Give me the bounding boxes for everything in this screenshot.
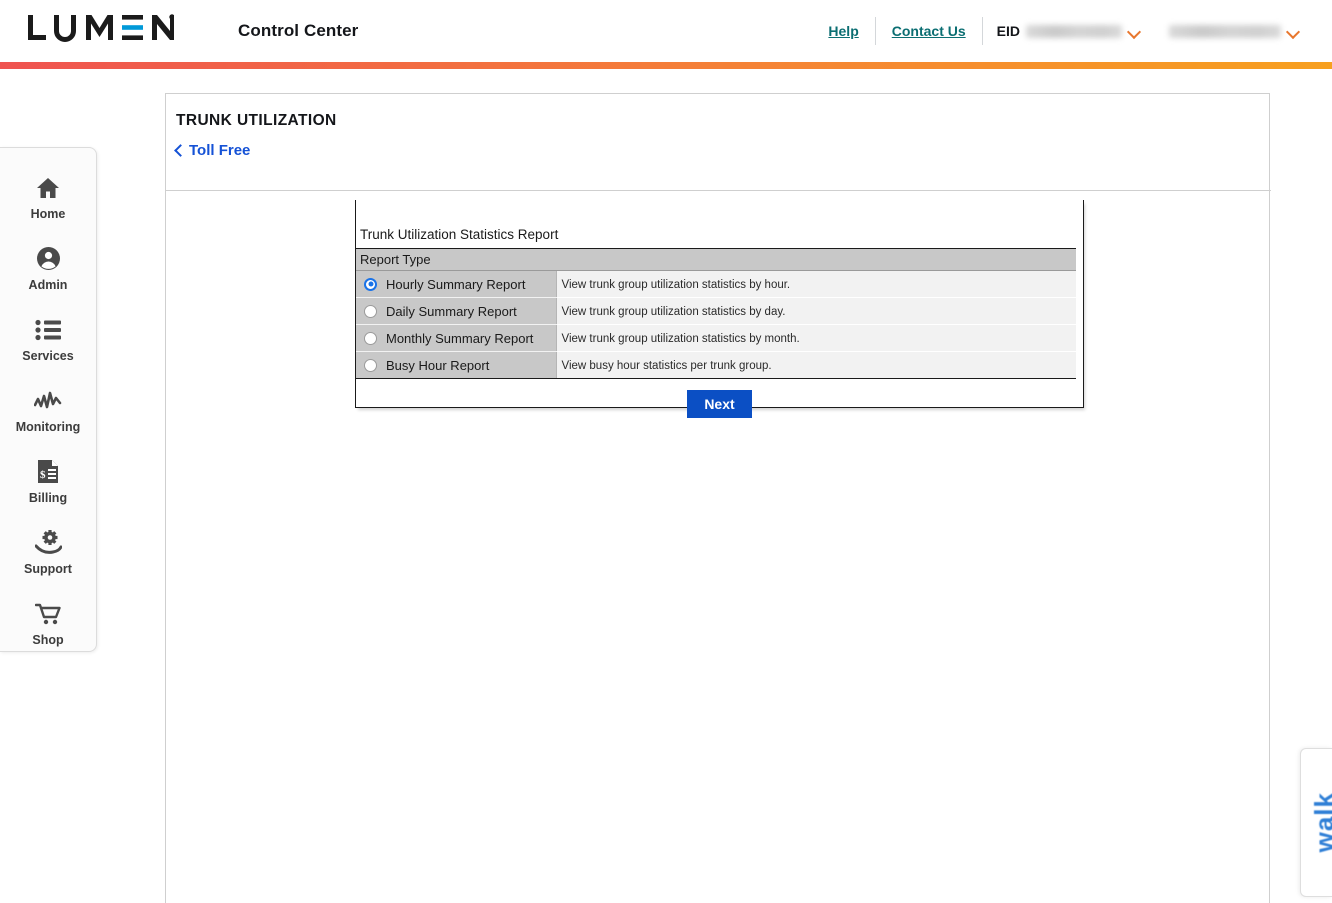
chevron-down-icon: [1287, 27, 1300, 35]
chevron-left-icon: [174, 143, 187, 157]
radio-hourly-summary-report[interactable]: [364, 277, 377, 291]
activity-chart-icon: [34, 388, 62, 414]
help-link[interactable]: Help: [812, 23, 874, 39]
table-row[interactable]: Hourly Summary Report View trunk group u…: [356, 270, 1076, 298]
column-header-report-type: Report Type: [356, 248, 1076, 271]
radio-busy-hour-report[interactable]: [364, 358, 377, 372]
svg-text:$: $: [40, 469, 46, 481]
option-description: View trunk group utilization statistics …: [561, 279, 791, 291]
panel-title: Trunk Utilization Statistics Report: [360, 227, 559, 242]
option-description: View busy hour statistics per trunk grou…: [561, 360, 772, 372]
primary-sidebar: Home Admin Services Monitoring $ Billing…: [0, 147, 97, 652]
option-cell[interactable]: Daily Summary Report: [356, 297, 556, 325]
sidebar-item-admin[interactable]: Admin: [0, 233, 96, 304]
eid-label: EID: [996, 23, 1020, 39]
description-cell: View busy hour statistics per trunk grou…: [555, 351, 1076, 379]
accent-gradient-bar: [0, 62, 1332, 69]
sidebar-label: Support: [24, 561, 72, 576]
app-title: Control Center: [238, 21, 359, 40]
top-header: Control Center Help Contact Us EID: [0, 0, 1332, 62]
option-cell[interactable]: Monthly Summary Report: [356, 324, 556, 352]
account-value-masked: [1169, 24, 1281, 38]
sidebar-item-shop[interactable]: Shop: [0, 588, 96, 659]
back-link-label: Toll Free: [189, 142, 251, 159]
radio-daily-summary-report[interactable]: [364, 304, 377, 318]
panel-footer: Next: [356, 379, 1083, 429]
option-description: View trunk group utilization statistics …: [561, 306, 786, 318]
back-to-toll-free-link[interactable]: Toll Free: [174, 142, 251, 159]
option-label: Busy Hour Report: [386, 357, 490, 373]
list-icon: [35, 317, 61, 343]
radio-monthly-summary-report[interactable]: [364, 331, 377, 345]
walkme-widget[interactable]: walk: [1300, 748, 1332, 897]
header-rule: [166, 190, 1271, 191]
invoice-icon: $: [37, 459, 59, 485]
description-cell: View trunk group utilization statistics …: [555, 324, 1076, 352]
sidebar-label: Services: [22, 348, 74, 363]
option-cell[interactable]: Hourly Summary Report: [356, 270, 556, 298]
table-row[interactable]: Monthly Summary Report View trunk group …: [356, 324, 1076, 352]
sidebar-label: Billing: [28, 490, 68, 505]
main-content: TRUNK UTILIZATION Toll Free Trunk Utiliz…: [165, 93, 1271, 903]
table-header-row: Report Type: [356, 248, 1076, 271]
option-label: Monthly Summary Report: [386, 330, 534, 346]
option-cell[interactable]: Busy Hour Report: [356, 351, 556, 379]
option-description: View trunk group utilization statistics …: [561, 333, 800, 345]
shopping-cart-icon: [34, 601, 62, 627]
page-title: TRUNK UTILIZATION: [176, 112, 337, 129]
sidebar-label: Admin: [28, 277, 68, 292]
sidebar-item-services[interactable]: Services: [0, 304, 96, 375]
home-icon: [36, 175, 60, 201]
option-label: Daily Summary Report: [386, 303, 517, 319]
eid-value-masked: [1026, 24, 1122, 38]
table-row[interactable]: Busy Hour Report View busy hour statisti…: [356, 351, 1076, 379]
page-header: TRUNK UTILIZATION Toll Free: [166, 94, 1269, 160]
sidebar-item-monitoring[interactable]: Monitoring: [0, 375, 96, 446]
walkme-label: walk: [1309, 792, 1332, 853]
sidebar-label: Monitoring: [15, 419, 81, 434]
next-button[interactable]: Next: [687, 390, 752, 418]
sidebar-item-support[interactable]: Support: [0, 517, 96, 588]
sidebar-item-home[interactable]: Home: [0, 162, 96, 233]
contact-us-link[interactable]: Contact Us: [876, 23, 982, 39]
report-type-table: Report Type Hourly Summary Report View t…: [356, 248, 1076, 379]
option-label: Hourly Summary Report: [386, 276, 526, 292]
eid-selector[interactable]: EID: [983, 23, 1155, 39]
description-cell: View trunk group utilization statistics …: [555, 270, 1076, 298]
header-actions: Help Contact Us EID: [812, 11, 1314, 51]
sidebar-item-billing[interactable]: $ Billing: [0, 446, 96, 517]
description-cell: View trunk group utilization statistics …: [555, 297, 1076, 325]
lumen-logo[interactable]: [26, 11, 174, 51]
table-row[interactable]: Daily Summary Report View trunk group ut…: [356, 297, 1076, 325]
account-selector[interactable]: [1155, 24, 1314, 38]
sidebar-label: Home: [30, 206, 66, 221]
report-type-panel: Trunk Utilization Statistics Report Repo…: [355, 200, 1084, 418]
gear-hand-icon: [34, 530, 62, 556]
user-circle-icon: [36, 246, 61, 272]
chevron-down-icon: [1128, 27, 1141, 35]
sidebar-label: Shop: [32, 632, 64, 647]
